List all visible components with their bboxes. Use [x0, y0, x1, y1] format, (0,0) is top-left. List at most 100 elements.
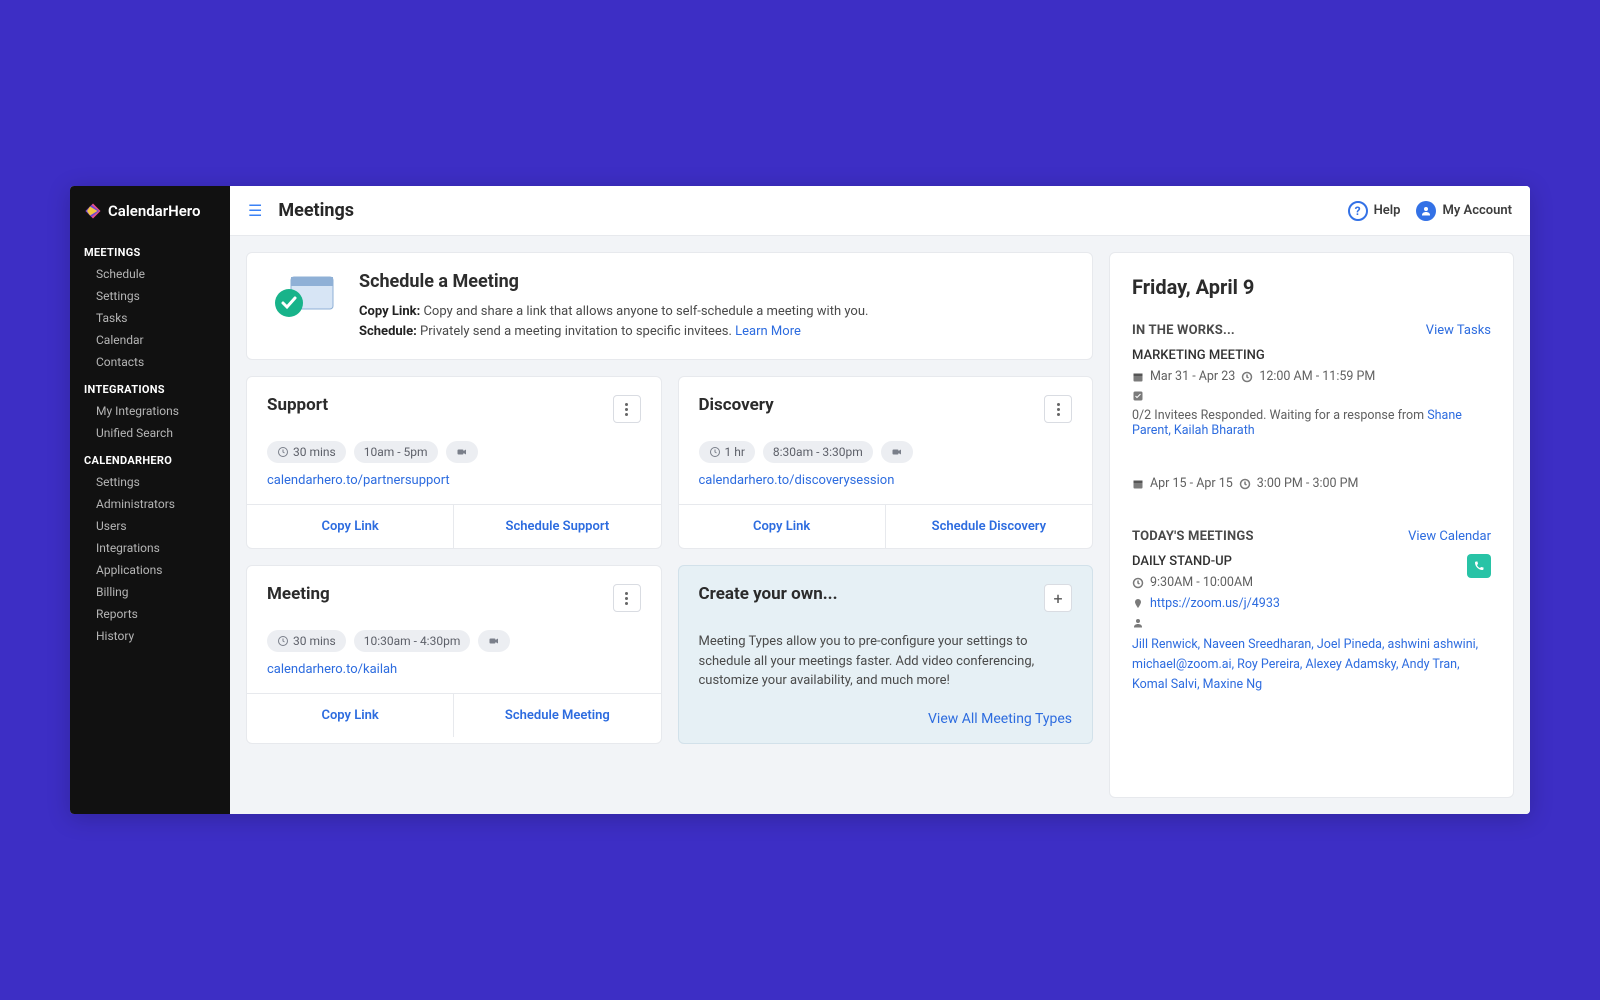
window-chip: 10am - 5pm [354, 441, 438, 463]
copy-link-button[interactable]: Copy Link [247, 505, 453, 548]
calendar-icon [1132, 478, 1144, 490]
inworks-second-date-line: Apr 15 - Apr 15 3:00 PM - 3:00 PM [1132, 476, 1491, 491]
meeting-card-support: Support 30 mins 10am - 5pm [246, 376, 662, 549]
account-label: My Account [1442, 203, 1512, 218]
video-icon [488, 635, 500, 647]
meeting-card-title: Support [267, 395, 328, 415]
add-meeting-type-button[interactable]: + [1044, 584, 1072, 612]
sidebar-item-contacts[interactable]: Contacts [70, 351, 230, 373]
schedule-button[interactable]: Schedule Support [453, 505, 660, 548]
calendar-icon [1132, 371, 1144, 383]
video-icon [456, 446, 468, 458]
intro-schedule-text: Privately send a meeting invitation to s… [420, 324, 732, 339]
video-chip [478, 630, 510, 652]
schedule-illustration-icon [269, 271, 339, 321]
logo-icon [84, 202, 102, 220]
meeting-card-meeting: Meeting 30 mins 10:30am - 4:30pm [246, 565, 662, 744]
inworks-response-line: 0/2 Invitees Responded. Waiting for a re… [1132, 390, 1491, 438]
sidebar-item-applications[interactable]: Applications [70, 559, 230, 581]
create-body: Meeting Types allow you to pre-configure… [699, 632, 1073, 691]
checkbox-icon [1132, 390, 1144, 402]
hamburger-icon[interactable]: ☰ [248, 201, 262, 220]
meeting-card-url[interactable]: calendarhero.to/partnersupport [247, 473, 661, 504]
app-shell: CalendarHero MEETINGS Schedule Settings … [70, 186, 1530, 814]
sidebar-item-reports[interactable]: Reports [70, 603, 230, 625]
logo[interactable]: CalendarHero [70, 196, 230, 236]
view-tasks-link[interactable]: View Tasks [1426, 323, 1491, 338]
clock-icon [277, 635, 289, 647]
left-column: Schedule a Meeting Copy Link: Copy and s… [246, 252, 1093, 798]
video-chip [446, 441, 478, 463]
copy-link-button[interactable]: Copy Link [247, 694, 453, 737]
duration-chip: 1 hr [699, 441, 755, 463]
intro-text: Schedule a Meeting Copy Link: Copy and s… [359, 271, 868, 341]
today-attendees-line: Jill Renwick, Naveen Sreedharan, Joel Pi… [1132, 617, 1491, 695]
sidebar-item-users[interactable]: Users [70, 515, 230, 537]
clock-icon [1132, 577, 1144, 589]
clock-icon [277, 446, 289, 458]
attendee-links[interactable]: Jill Renwick, Naveen Sreedharan, Joel Pi… [1132, 635, 1491, 695]
meeting-url-link[interactable]: https://zoom.us/j/4933 [1150, 596, 1280, 611]
sidebar-section-title: MEETINGS [70, 236, 230, 263]
intro-copy-text: Copy and share a link that allows anyone… [423, 304, 868, 319]
help-button[interactable]: ? Help [1348, 201, 1401, 221]
schedule-button[interactable]: Schedule Meeting [453, 694, 660, 737]
sidebar-item-unified-search[interactable]: Unified Search [70, 422, 230, 444]
kebab-menu-button[interactable] [613, 395, 641, 423]
sidebar-item-calendar[interactable]: Calendar [70, 329, 230, 351]
inworks-date-line: Mar 31 - Apr 23 12:00 AM - 11:59 PM [1132, 369, 1491, 384]
sidebar-item-tasks[interactable]: Tasks [70, 307, 230, 329]
duration-chip: 30 mins [267, 630, 346, 652]
sidebar-item-settings[interactable]: Settings [70, 285, 230, 307]
sidebar-section-meetings: MEETINGS Schedule Settings Tasks Calenda… [70, 236, 230, 373]
duration-chip: 30 mins [267, 441, 346, 463]
meeting-card-url[interactable]: calendarhero.to/discoverysession [679, 473, 1093, 504]
window-chip: 8:30am - 3:30pm [763, 441, 873, 463]
sidebar-section-calendarhero: CALENDARHERO Settings Administrators Use… [70, 444, 230, 647]
sidebar-item-administrators[interactable]: Administrators [70, 493, 230, 515]
today-event-title: DAILY STAND-UP [1132, 554, 1491, 569]
todays-meetings-title: TODAY'S MEETINGS [1132, 529, 1254, 544]
in-works-title: IN THE WORKS... [1132, 323, 1235, 338]
clock-icon [1241, 371, 1253, 383]
sidebar-section-title: INTEGRATIONS [70, 373, 230, 400]
sidebar-item-ch-integrations[interactable]: Integrations [70, 537, 230, 559]
view-all-types-link[interactable]: View All Meeting Types [699, 711, 1073, 727]
intro-copy-label: Copy Link: [359, 304, 420, 319]
create-title: Create your own... [699, 584, 838, 604]
main: ☰ Meetings ? Help My Account [230, 186, 1530, 814]
kebab-menu-button[interactable] [613, 584, 641, 612]
window-chip: 10:30am - 4:30pm [354, 630, 471, 652]
copy-link-button[interactable]: Copy Link [679, 505, 885, 548]
view-calendar-link[interactable]: View Calendar [1408, 529, 1491, 544]
intro-title: Schedule a Meeting [359, 271, 868, 292]
brand-name: CalendarHero [108, 202, 200, 220]
topbar: ☰ Meetings ? Help My Account [230, 186, 1530, 236]
sidebar-item-history[interactable]: History [70, 625, 230, 647]
meeting-card-url[interactable]: calendarhero.to/kailah [247, 662, 661, 693]
sidebar-item-billing[interactable]: Billing [70, 581, 230, 603]
today-event: DAILY STAND-UP 9:30AM - 10:00AM https://… [1132, 554, 1491, 695]
sidebar-section-title: CALENDARHERO [70, 444, 230, 471]
learn-more-link[interactable]: Learn More [735, 324, 801, 339]
meeting-card-title: Meeting [267, 584, 330, 604]
pin-icon [1132, 598, 1144, 610]
schedule-button[interactable]: Schedule Discovery [885, 505, 1092, 548]
sidebar-item-schedule[interactable]: Schedule [70, 263, 230, 285]
sidebar-item-my-integrations[interactable]: My Integrations [70, 400, 230, 422]
video-chip [881, 441, 913, 463]
help-label: Help [1374, 203, 1401, 218]
today-time-line: 9:30AM - 10:00AM [1132, 575, 1491, 590]
call-badge-button[interactable] [1467, 554, 1491, 578]
account-icon [1416, 201, 1436, 221]
page-title: Meetings [278, 200, 354, 221]
kebab-menu-button[interactable] [1044, 395, 1072, 423]
inworks-event-title: MARKETING MEETING [1132, 348, 1491, 363]
clock-icon [709, 446, 721, 458]
date-heading: Friday, April 9 [1132, 275, 1491, 299]
today-url-line: https://zoom.us/j/4933 [1132, 596, 1491, 611]
account-button[interactable]: My Account [1416, 201, 1512, 221]
video-icon [891, 446, 903, 458]
sidebar-section-integrations: INTEGRATIONS My Integrations Unified Sea… [70, 373, 230, 444]
sidebar-item-ch-settings[interactable]: Settings [70, 471, 230, 493]
